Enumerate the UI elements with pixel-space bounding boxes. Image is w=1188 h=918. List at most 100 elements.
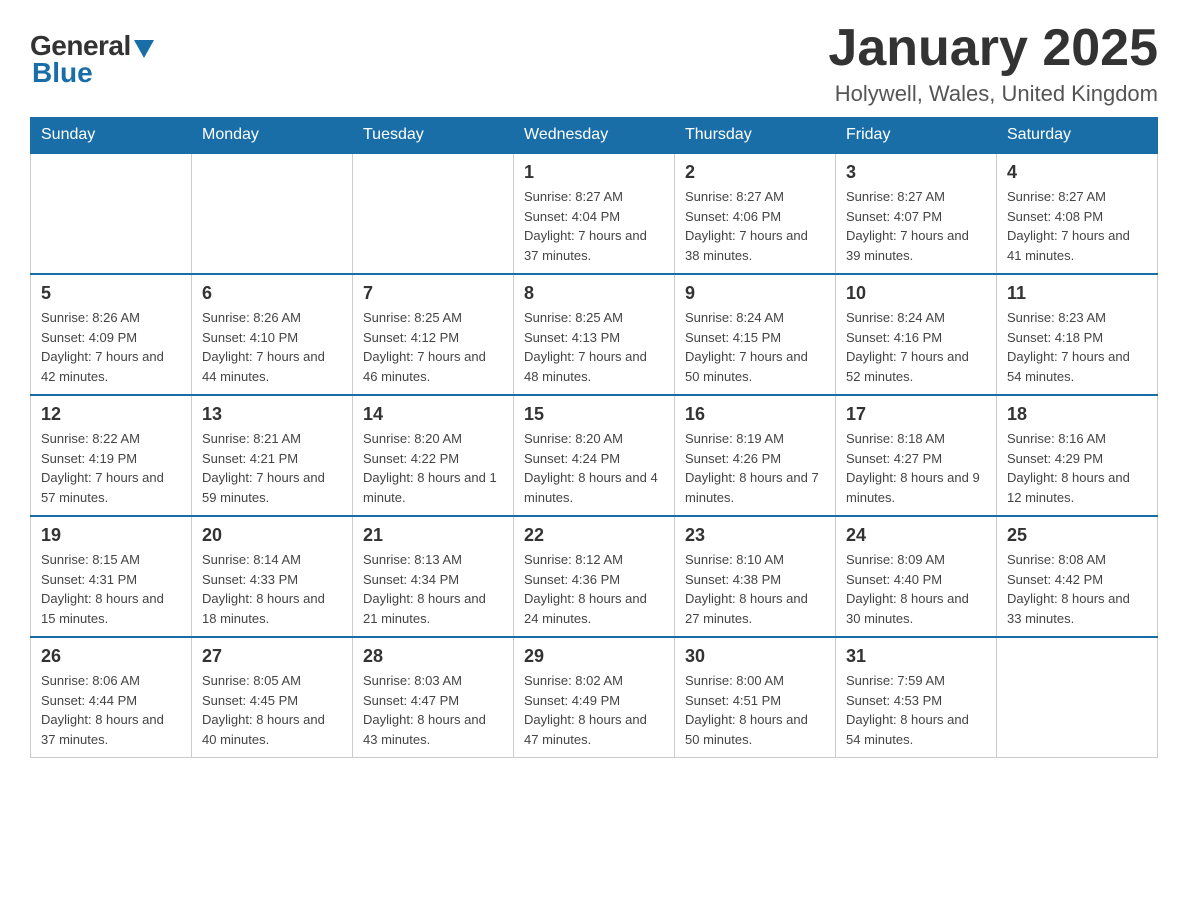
day-number: 5 (41, 283, 181, 304)
day-info: Sunrise: 8:06 AM Sunset: 4:44 PM Dayligh… (41, 671, 181, 749)
calendar-day-17: 17 Sunrise: 8:18 AM Sunset: 4:27 PM Dayli… (836, 395, 997, 516)
day-number: 13 (202, 404, 342, 425)
calendar-day-7: 7 Sunrise: 8:25 AM Sunset: 4:12 PM Daylig… (353, 274, 514, 395)
calendar-day-21: 21Sunrise: 8:13 AM Sunset: 4:34 PM Dayli… (353, 516, 514, 637)
day-number: 30 (685, 646, 825, 667)
logo-triangle-icon (134, 40, 154, 58)
calendar-day-29: 29 Sunrise: 8:02 AM Sunset: 4:49 PM Dayli… (514, 637, 675, 758)
page-header: General Blue January 2025 Holywell, Wale… (30, 20, 1158, 107)
day-info: Sunrise: 8:10 AM Sunset: 4:38 PM Dayligh… (685, 550, 825, 628)
day-info: Sunrise: 8:27 AM Sunset: 4:04 PM Dayligh… (524, 187, 664, 265)
calendar-day-26: 26 Sunrise: 8:06 AM Sunset: 4:44 PM Dayli… (31, 637, 192, 758)
day-info: Sunrise: 8:03 AM Sunset: 4:47 PM Dayligh… (363, 671, 503, 749)
calendar-day-23: 23 Sunrise: 8:10 AM Sunset: 4:38 PM Dayli… (675, 516, 836, 637)
day-number: 23 (685, 525, 825, 546)
calendar-week-row: 1 Sunrise: 8:27 AM Sunset: 4:04 PM Daylig… (31, 153, 1158, 274)
day-number: 15 (524, 404, 664, 425)
calendar-day-3: 3 Sunrise: 8:27 AM Sunset: 4:07 PM Daylig… (836, 153, 997, 274)
calendar-header-monday: Monday (192, 118, 353, 154)
calendar-header-thursday: Thursday (675, 118, 836, 154)
day-info: Sunrise: 8:14 AM Sunset: 4:33 PM Dayligh… (202, 550, 342, 628)
calendar-table: SundayMondayTuesdayWednesdayThursdayFrid… (30, 117, 1158, 758)
day-number: 16 (685, 404, 825, 425)
logo: General Blue (30, 30, 154, 89)
calendar-day-30: 30Sunrise: 8:00 AM Sunset: 4:51 PM Dayli… (675, 637, 836, 758)
day-info: Sunrise: 8:16 AM Sunset: 4:29 PM Dayligh… (1007, 429, 1147, 507)
day-number: 17 (846, 404, 986, 425)
day-info: Sunrise: 8:27 AM Sunset: 4:07 PM Dayligh… (846, 187, 986, 265)
day-number: 4 (1007, 162, 1147, 183)
calendar-header-saturday: Saturday (997, 118, 1158, 154)
day-number: 26 (41, 646, 181, 667)
day-info: Sunrise: 8:15 AM Sunset: 4:31 PM Dayligh… (41, 550, 181, 628)
calendar-day-27: 27Sunrise: 8:05 AM Sunset: 4:45 PM Dayli… (192, 637, 353, 758)
day-number: 20 (202, 525, 342, 546)
calendar-day-5: 5 Sunrise: 8:26 AM Sunset: 4:09 PM Daylig… (31, 274, 192, 395)
calendar-empty-cell (192, 153, 353, 274)
title-section: January 2025 Holywell, Wales, United Kin… (828, 20, 1158, 107)
day-number: 24 (846, 525, 986, 546)
day-info: Sunrise: 8:26 AM Sunset: 4:10 PM Dayligh… (202, 308, 342, 386)
calendar-day-28: 28 Sunrise: 8:03 AM Sunset: 4:47 PM Dayli… (353, 637, 514, 758)
calendar-day-8: 8 Sunrise: 8:25 AM Sunset: 4:13 PM Daylig… (514, 274, 675, 395)
day-info: Sunrise: 8:09 AM Sunset: 4:40 PM Dayligh… (846, 550, 986, 628)
day-info: Sunrise: 8:24 AM Sunset: 4:16 PM Dayligh… (846, 308, 986, 386)
day-info: Sunrise: 8:27 AM Sunset: 4:08 PM Dayligh… (1007, 187, 1147, 265)
day-number: 18 (1007, 404, 1147, 425)
calendar-day-14: 14Sunrise: 8:20 AM Sunset: 4:22 PM Dayli… (353, 395, 514, 516)
day-number: 8 (524, 283, 664, 304)
day-info: Sunrise: 7:59 AM Sunset: 4:53 PM Dayligh… (846, 671, 986, 749)
day-number: 1 (524, 162, 664, 183)
calendar-empty-cell (997, 637, 1158, 758)
calendar-day-18: 18 Sunrise: 8:16 AM Sunset: 4:29 PM Dayli… (997, 395, 1158, 516)
calendar-day-16: 16 Sunrise: 8:19 AM Sunset: 4:26 PM Dayli… (675, 395, 836, 516)
day-info: Sunrise: 8:25 AM Sunset: 4:12 PM Dayligh… (363, 308, 503, 386)
day-info: Sunrise: 8:27 AM Sunset: 4:06 PM Dayligh… (685, 187, 825, 265)
day-info: Sunrise: 8:19 AM Sunset: 4:26 PM Dayligh… (685, 429, 825, 507)
day-number: 12 (41, 404, 181, 425)
day-number: 2 (685, 162, 825, 183)
calendar-day-22: 22Sunrise: 8:12 AM Sunset: 4:36 PM Dayli… (514, 516, 675, 637)
calendar-day-1: 1 Sunrise: 8:27 AM Sunset: 4:04 PM Daylig… (514, 153, 675, 274)
day-info: Sunrise: 8:24 AM Sunset: 4:15 PM Dayligh… (685, 308, 825, 386)
calendar-day-10: 10 Sunrise: 8:24 AM Sunset: 4:16 PM Dayli… (836, 274, 997, 395)
calendar-day-12: 12 Sunrise: 8:22 AM Sunset: 4:19 PM Dayli… (31, 395, 192, 516)
calendar-day-4: 4 Sunrise: 8:27 AM Sunset: 4:08 PM Daylig… (997, 153, 1158, 274)
calendar-week-row: 19 Sunrise: 8:15 AM Sunset: 4:31 PM Dayli… (31, 516, 1158, 637)
day-number: 9 (685, 283, 825, 304)
day-number: 27 (202, 646, 342, 667)
calendar-empty-cell (353, 153, 514, 274)
subtitle: Holywell, Wales, United Kingdom (828, 81, 1158, 107)
calendar-week-row: 26 Sunrise: 8:06 AM Sunset: 4:44 PM Dayli… (31, 637, 1158, 758)
day-number: 31 (846, 646, 986, 667)
main-title: January 2025 (828, 20, 1158, 77)
day-number: 10 (846, 283, 986, 304)
calendar-day-13: 13 Sunrise: 8:21 AM Sunset: 4:21 PM Dayli… (192, 395, 353, 516)
calendar-header-wednesday: Wednesday (514, 118, 675, 154)
calendar-day-11: 11 Sunrise: 8:23 AM Sunset: 4:18 PM Dayli… (997, 274, 1158, 395)
day-info: Sunrise: 8:02 AM Sunset: 4:49 PM Dayligh… (524, 671, 664, 749)
calendar-header-friday: Friday (836, 118, 997, 154)
day-info: Sunrise: 8:22 AM Sunset: 4:19 PM Dayligh… (41, 429, 181, 507)
calendar-week-row: 12 Sunrise: 8:22 AM Sunset: 4:19 PM Dayli… (31, 395, 1158, 516)
calendar-header-tuesday: Tuesday (353, 118, 514, 154)
day-info: Sunrise: 8:25 AM Sunset: 4:13 PM Dayligh… (524, 308, 664, 386)
calendar-day-25: 25Sunrise: 8:08 AM Sunset: 4:42 PM Dayli… (997, 516, 1158, 637)
day-info: Sunrise: 8:08 AM Sunset: 4:42 PM Dayligh… (1007, 550, 1147, 628)
day-info: Sunrise: 8:23 AM Sunset: 4:18 PM Dayligh… (1007, 308, 1147, 386)
day-number: 19 (41, 525, 181, 546)
day-number: 14 (363, 404, 503, 425)
logo-blue-text: Blue (32, 57, 93, 89)
day-info: Sunrise: 8:18 AM Sunset: 4:27 PM Dayligh… (846, 429, 986, 507)
day-info: Sunrise: 8:12 AM Sunset: 4:36 PM Dayligh… (524, 550, 664, 628)
calendar-day-24: 24 Sunrise: 8:09 AM Sunset: 4:40 PM Dayli… (836, 516, 997, 637)
day-number: 7 (363, 283, 503, 304)
calendar-day-20: 20 Sunrise: 8:14 AM Sunset: 4:33 PM Dayli… (192, 516, 353, 637)
day-info: Sunrise: 8:26 AM Sunset: 4:09 PM Dayligh… (41, 308, 181, 386)
day-number: 28 (363, 646, 503, 667)
day-number: 11 (1007, 283, 1147, 304)
day-info: Sunrise: 8:21 AM Sunset: 4:21 PM Dayligh… (202, 429, 342, 507)
day-number: 3 (846, 162, 986, 183)
calendar-week-row: 5 Sunrise: 8:26 AM Sunset: 4:09 PM Daylig… (31, 274, 1158, 395)
day-number: 29 (524, 646, 664, 667)
